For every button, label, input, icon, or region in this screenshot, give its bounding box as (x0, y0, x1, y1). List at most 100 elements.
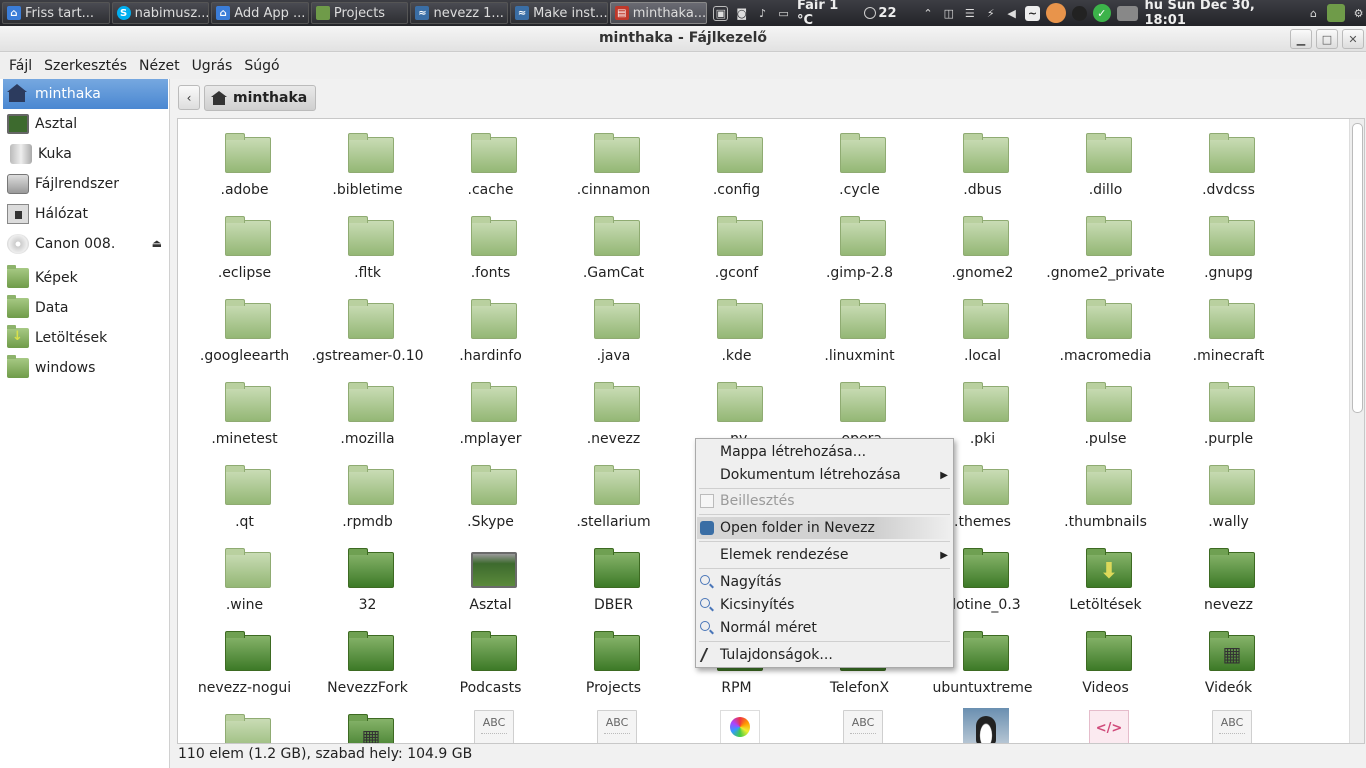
file-item[interactable]: nevezz (1167, 534, 1290, 617)
menu-item-zoom-in[interactable]: Nagyítás (697, 571, 952, 593)
scrollbar-thumb[interactable] (1352, 123, 1363, 413)
file-item[interactable]: .dbus (921, 119, 1044, 202)
file-item[interactable]: .mozilla (306, 368, 429, 451)
keyboard-icon[interactable] (1116, 5, 1139, 21)
file-item[interactable]: .nevezz (552, 368, 675, 451)
grab-icon[interactable] (1045, 3, 1066, 23)
menu-item-open-in-nevezz[interactable]: Open folder in Nevezz (697, 517, 952, 539)
file-item[interactable]: .adobe (183, 119, 306, 202)
file-item[interactable]: .cycle (798, 119, 921, 202)
file-item[interactable]: .gimp-2.8 (798, 202, 921, 285)
sidebar-item-pictures[interactable]: Képek (3, 263, 168, 293)
file-item[interactable]: NevezzFork (306, 617, 429, 700)
music-icon[interactable]: ♪ (755, 6, 770, 21)
sidebar-item-trash[interactable]: Kuka (3, 139, 168, 169)
menu-item-normal-size[interactable]: Normál méret (697, 617, 952, 639)
file-item[interactable]: ABC (552, 700, 675, 743)
home-icon[interactable]: ⌂ (1306, 6, 1321, 21)
file-item[interactable]: .cache (429, 119, 552, 202)
file-item[interactable]: .local (921, 285, 1044, 368)
sidebar-item-network[interactable]: Hálózat (3, 199, 168, 229)
file-item[interactable]: Podcasts (429, 617, 552, 700)
file-item[interactable]: .cinnamon (552, 119, 675, 202)
file-item[interactable]: .dvdcss (1167, 119, 1290, 202)
menu-file[interactable]: Fájl (3, 58, 38, 74)
sidebar-item-downloads[interactable]: Letöltések (3, 323, 168, 353)
sidebar-item-data[interactable]: Data (3, 293, 168, 323)
file-item[interactable]: .fltk (306, 202, 429, 285)
file-item[interactable]: .macromedia (1044, 285, 1167, 368)
chevron-up-icon[interactable]: ⌃ (921, 6, 936, 21)
file-item[interactable]: .bibletime (306, 119, 429, 202)
menu-item-properties[interactable]: Tulajdonságok... (697, 644, 952, 666)
menu-item-arrange[interactable]: Elemek rendezése ▶ (697, 544, 952, 566)
camera-icon[interactable]: ◙ (734, 6, 749, 21)
file-item[interactable]: .stellarium (552, 451, 675, 534)
check-icon[interactable]: ✓ (1092, 4, 1111, 22)
update-icon[interactable] (864, 7, 877, 19)
sidebar-item-filesystem[interactable]: Fájlrendszer (3, 169, 168, 199)
file-item[interactable]: .thumbnails (1044, 451, 1167, 534)
taskbar-item-make-inst[interactable]: ≈ Make inst... (510, 2, 608, 24)
file-item[interactable]: ▦ (306, 700, 429, 743)
file-item[interactable]: ABC (798, 700, 921, 743)
menu-help[interactable]: Súgó (238, 58, 285, 74)
sidebar-item-desktop[interactable]: Asztal (3, 109, 168, 139)
file-item[interactable]: .gconf (675, 202, 798, 285)
file-item[interactable]: .Skype (429, 451, 552, 534)
file-item[interactable]: .mplayer (429, 368, 552, 451)
taskbar-item-skype[interactable]: Snabimusz... (111, 2, 210, 24)
taskbar-item-browser-1[interactable]: ⌂ Friss tart... (2, 2, 110, 24)
file-item[interactable]: .gnome2_private (1044, 202, 1167, 285)
taskbar-item-file-manager[interactable]: ▤ minthaka... (609, 2, 708, 24)
taskbar-item-projects[interactable]: Projects (310, 2, 409, 24)
file-item[interactable]: .linuxmint (798, 285, 921, 368)
menu-item-create-folder[interactable]: Mappa létrehozása... (697, 441, 952, 463)
file-item[interactable]: ⬇ Letöltések (1044, 534, 1167, 617)
screenshot-icon[interactable]: ▣ (713, 5, 729, 21)
wifi-icon[interactable]: ☰ (962, 6, 977, 21)
maximize-button[interactable]: □ (1316, 29, 1338, 49)
file-item[interactable]: ABC (1167, 700, 1290, 743)
file-item[interactable]: .java (552, 285, 675, 368)
clock[interactable]: hu Sun Dec 30, 18:01 (1144, 0, 1300, 28)
breadcrumb-home[interactable]: minthaka (204, 85, 317, 111)
file-item[interactable]: .minetest (183, 368, 306, 451)
file-item[interactable]: .config (675, 119, 798, 202)
menu-go[interactable]: Ugrás (186, 58, 239, 74)
file-item[interactable]: .minecraft (1167, 285, 1290, 368)
file-item[interactable]: .purple (1167, 368, 1290, 451)
file-item[interactable]: Videos (1044, 617, 1167, 700)
taskbar-item-browser-2[interactable]: ⌂ Add App ... (211, 2, 309, 24)
file-item[interactable]: .fonts (429, 202, 552, 285)
file-item[interactable]: .wine (183, 534, 306, 617)
sidebar-item-cd[interactable]: Canon 008. ⏏ (3, 229, 168, 259)
file-item[interactable]: DBER (552, 534, 675, 617)
file-item[interactable]: 32 (306, 534, 429, 617)
close-button[interactable]: ✕ (1342, 29, 1364, 49)
volume-icon[interactable]: ◀ (1004, 6, 1019, 21)
minimize-button[interactable]: ▁ (1290, 29, 1312, 49)
file-item[interactable]: .qt (183, 451, 306, 534)
file-item[interactable]: ▦ Videók (1167, 617, 1290, 700)
file-item[interactable]: Asztal (429, 534, 552, 617)
sidebar-item-home[interactable]: minthaka (3, 79, 168, 109)
file-item[interactable]: Projects (552, 617, 675, 700)
file-item[interactable]: .kde (675, 285, 798, 368)
file-item[interactable]: .pulse (1044, 368, 1167, 451)
file-item[interactable]: .eclipse (183, 202, 306, 285)
vertical-scrollbar[interactable] (1349, 119, 1364, 743)
file-item[interactable]: .googleearth (183, 285, 306, 368)
file-item[interactable] (921, 700, 1044, 743)
eject-icon[interactable]: ⏏ (152, 237, 162, 250)
gear-icon[interactable]: ⚙ (1351, 6, 1366, 21)
file-item[interactable]: .gnome2 (921, 202, 1044, 285)
sidebar-item-windows[interactable]: windows (3, 353, 168, 383)
menu-edit[interactable]: Szerkesztés (38, 58, 133, 74)
file-item[interactable]: </> (1044, 700, 1167, 743)
file-item[interactable]: .gstreamer-0.10 (306, 285, 429, 368)
file-item[interactable]: .gnupg (1167, 202, 1290, 285)
workspace-icon[interactable] (1327, 4, 1346, 22)
file-item[interactable] (675, 700, 798, 743)
display-icon[interactable]: ▭ (776, 6, 791, 21)
